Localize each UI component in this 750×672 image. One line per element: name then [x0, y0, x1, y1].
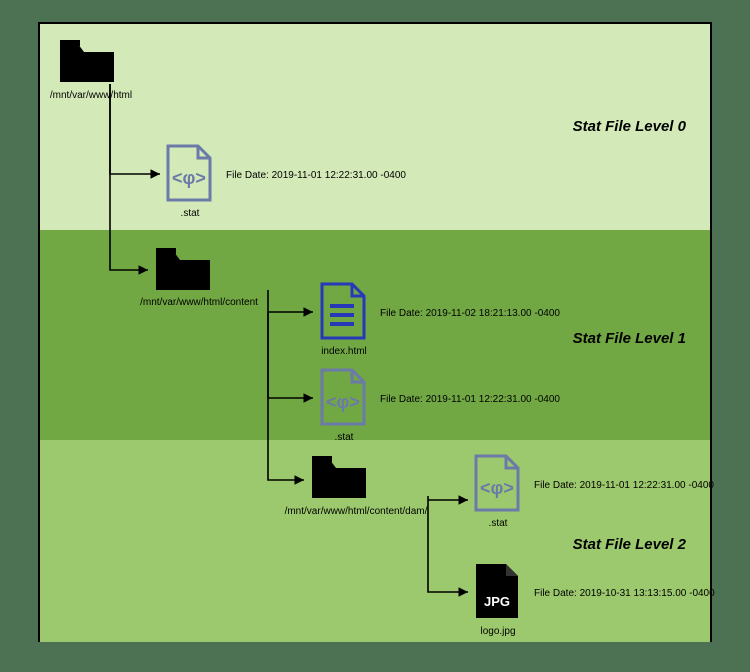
stat-file-diagram: Stat File Level 0 Stat File Level 1 Stat…	[38, 22, 712, 642]
folder-content	[152, 242, 214, 299]
folder-root	[56, 34, 118, 91]
file-stat2-label: .stat	[480, 518, 516, 529]
level-2-band: Stat File Level 2	[40, 440, 710, 642]
folder-icon	[56, 34, 118, 86]
file-stat1-date: File Date: 2019-11-01 12:22:31.00 -0400	[380, 394, 560, 405]
level-1-title: Stat File Level 1	[573, 330, 686, 347]
jpg-file-icon: JPG	[472, 562, 522, 622]
level-0-band: Stat File Level 0	[40, 24, 710, 230]
folder-dam-label: /mnt/var/www/html/content/dam/	[276, 506, 436, 517]
folder-icon	[152, 242, 214, 294]
svg-text:<φ>: <φ>	[326, 392, 360, 412]
svg-text:<φ>: <φ>	[172, 168, 206, 188]
file-index-date: File Date: 2019-11-02 18:21:13.00 -0400	[380, 308, 560, 319]
file-stat0-date: File Date: 2019-11-01 12:22:31.00 -0400	[226, 170, 406, 181]
folder-dam	[308, 450, 370, 507]
file-stat0: <φ>	[164, 144, 214, 209]
file-stat2: <φ>	[472, 454, 522, 519]
file-stat0-label: .stat	[170, 208, 210, 219]
code-file-icon: <φ>	[164, 144, 214, 204]
level-1-band: Stat File Level 1	[40, 230, 710, 440]
code-file-icon: <φ>	[318, 368, 368, 428]
folder-root-label: /mnt/var/www/html	[46, 90, 136, 101]
file-logo: JPG	[472, 562, 522, 627]
level-0-title: Stat File Level 0	[573, 118, 686, 135]
code-file-icon: <φ>	[472, 454, 522, 514]
file-stat1-label: .stat	[326, 432, 362, 443]
file-stat1: <φ>	[318, 368, 368, 433]
folder-icon	[308, 450, 370, 502]
file-stat2-date: File Date: 2019-11-01 12:22:31.00 -0400	[534, 480, 714, 491]
svg-text:<φ>: <φ>	[480, 478, 514, 498]
doc-file-icon	[318, 282, 368, 342]
folder-content-label: /mnt/var/www/html/content	[134, 297, 264, 308]
file-logo-date: File Date: 2019-10-31 13:13:15.00 -0400	[534, 588, 715, 599]
level-2-title: Stat File Level 2	[573, 536, 686, 553]
file-logo-label: logo.jpg	[474, 626, 522, 637]
file-index	[318, 282, 368, 347]
svg-text:JPG: JPG	[484, 594, 510, 609]
file-index-label: index.html	[316, 346, 372, 357]
